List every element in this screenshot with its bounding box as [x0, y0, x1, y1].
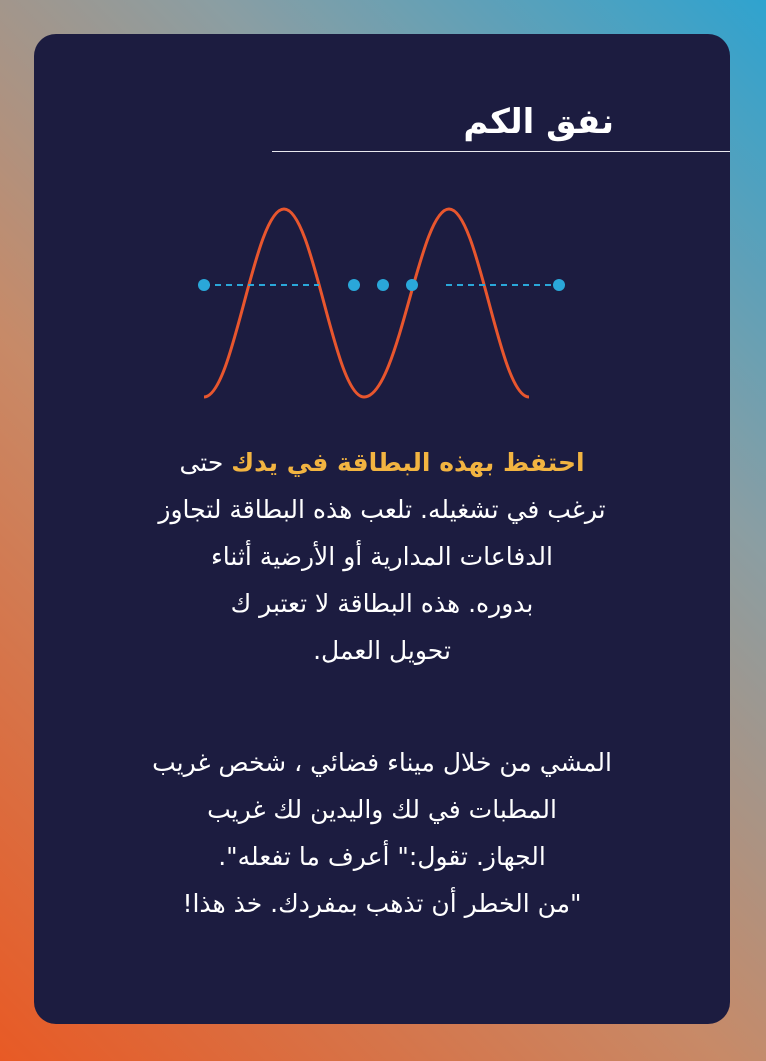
wave-curve: [203, 207, 530, 399]
dot-right: [553, 279, 565, 291]
description-line-4: بدوره. هذه البطاقة لا تعتبر ك: [230, 589, 534, 618]
description-line-5: تحويل العمل.: [313, 636, 451, 665]
description-line-1-rest: حتى: [179, 448, 224, 477]
description-line-2: ترغب في تشغيله. تلعب هذه البطاقة لتجاوز: [158, 495, 606, 524]
highlight-text: احتفظ بهذه البطاقة في يدك: [231, 448, 585, 477]
dot-middle-3: [406, 279, 418, 291]
description-line-3: الدفاعات المدارية أو الأرضية أثناء: [211, 542, 553, 571]
flavor-line-3: الجهاز. تقول:" أعرف ما تفعله".: [218, 842, 546, 871]
flavor-line-1: المشي من خلال ميناء فضائي ، شخص غريب: [152, 748, 612, 777]
dot-middle-2: [377, 279, 389, 291]
game-card: نفق الكم احتفظ بهذه البطاقة في يدك حتى ت…: [34, 34, 730, 1024]
card-flavor-text: المشي من خلال ميناء فضائي ، شخص غريب الم…: [94, 739, 670, 927]
flavor-line-2: المطبات في لك واليدين لك غريب: [207, 795, 557, 824]
flavor-line-4: "من الخطر أن تذهب بمفردك. خذ هذا!: [182, 889, 582, 918]
title-divider: [272, 151, 730, 152]
description-line-1: احتفظ بهذه البطاقة في يدك حتى: [94, 439, 670, 486]
card-description: احتفظ بهذه البطاقة في يدك حتى ترغب في تش…: [94, 439, 670, 674]
dot-middle-1: [348, 279, 360, 291]
quantum-tunnel-wave-icon: [198, 207, 565, 399]
dot-left: [198, 279, 210, 291]
card-title: نفق الكم: [463, 102, 614, 142]
